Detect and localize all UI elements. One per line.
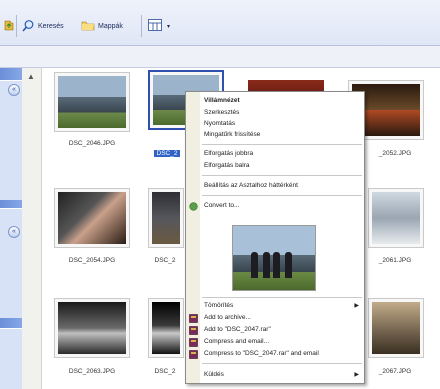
- menu-item-refresh-thumbnail[interactable]: Mingatűrk frissítése: [204, 130, 260, 140]
- menu-separator: [202, 175, 362, 176]
- submenu-arrow-icon: ▶: [354, 372, 359, 378]
- menu-item-add-to-rar[interactable]: Add to "DSC_2047.rar": [204, 325, 271, 335]
- photo: [58, 302, 126, 354]
- menu-item-preview[interactable]: Villámnézet: [204, 96, 240, 106]
- collapse-button[interactable]: «: [8, 226, 20, 238]
- menu-item-compress-email[interactable]: Compress and email...: [204, 337, 269, 347]
- search-label: Keresés: [38, 22, 64, 30]
- photo: [58, 192, 126, 244]
- collapse-button[interactable]: «: [8, 84, 20, 96]
- menu-item-send-to[interactable]: Küldés: [204, 370, 224, 380]
- winrar-icon: [189, 326, 198, 335]
- photo: [58, 76, 126, 128]
- address-bar: [0, 46, 440, 68]
- scroll-up-icon[interactable]: ▲: [27, 72, 35, 81]
- search-button[interactable]: Keresés: [22, 18, 64, 34]
- folders-button[interactable]: Mappák: [81, 18, 123, 34]
- photo: [372, 302, 420, 354]
- toolbar-separator: [16, 15, 17, 37]
- task-panel: [0, 80, 22, 200]
- menu-item-convert-to[interactable]: Convert to...: [204, 201, 239, 211]
- photo: [372, 192, 420, 244]
- task-panel: [0, 328, 22, 389]
- thumbnail[interactable]: [54, 188, 130, 248]
- menu-item-print[interactable]: Nyomtatás: [204, 119, 235, 129]
- menu-separator: [202, 363, 362, 364]
- file-name: _2061.JPG: [378, 257, 412, 264]
- menu-item-add-to-archive[interactable]: Add to archive...: [204, 313, 251, 323]
- menu-item-edit[interactable]: Szerkesztés: [204, 108, 239, 118]
- menu-item-set-desktop-background[interactable]: Beállítás az Asztalhoz háttérként: [204, 181, 298, 191]
- file-name-selected: DSC_2: [154, 150, 180, 157]
- file-name: DSC_2063.JPG: [68, 368, 116, 375]
- search-icon: [22, 19, 35, 34]
- menu-item-compress[interactable]: Tömörítés: [204, 301, 233, 311]
- scrollbar[interactable]: ▲: [22, 68, 42, 389]
- menu-item-compress-to-rar-email[interactable]: Compress to "DSC_2047.rar" and email: [204, 349, 319, 359]
- thumbnail[interactable]: [54, 72, 130, 132]
- thumbnail[interactable]: [368, 298, 424, 358]
- toolbar: Keresés Mappák ▾: [0, 0, 440, 46]
- chevron-down-icon: ▾: [167, 23, 171, 30]
- file-name: DSC_2046.JPG: [68, 140, 116, 147]
- winrar-icon: [189, 350, 198, 359]
- task-pane: « «: [0, 68, 22, 389]
- view-grid-icon: [148, 19, 164, 33]
- file-name: _2052.JPG: [378, 150, 412, 157]
- file-name: _2067.JPG: [378, 368, 412, 375]
- file-name: DSC_2054.JPG: [68, 257, 116, 264]
- toolbar-separator: [141, 15, 142, 37]
- file-name: DSC_2: [154, 368, 176, 375]
- winrar-icon: [189, 338, 198, 347]
- thumbnail[interactable]: [368, 188, 424, 248]
- image-preview: [232, 225, 316, 291]
- winrar-icon: [189, 314, 198, 323]
- menu-item-rotate-right[interactable]: Elforgatás jobbra: [204, 149, 253, 159]
- menu-separator: [202, 195, 362, 196]
- menu-item-rotate-left[interactable]: Elforgatás balra: [204, 161, 250, 171]
- file-name: DSC_2: [154, 257, 176, 264]
- thumbnail[interactable]: [148, 298, 184, 358]
- context-menu: Villámnézet Szerkesztés Nyomtatás Mingat…: [185, 91, 365, 384]
- photo: [152, 302, 180, 354]
- task-panel: [0, 208, 22, 318]
- convert-icon: [189, 202, 198, 211]
- menu-separator: [202, 144, 362, 145]
- submenu-arrow-icon: ▶: [354, 303, 359, 309]
- menu-separator: [202, 297, 362, 298]
- folders-icon: [81, 19, 95, 33]
- views-button[interactable]: ▾: [148, 18, 170, 34]
- thumbnail[interactable]: [54, 298, 130, 358]
- thumbnail[interactable]: [148, 188, 184, 248]
- folders-label: Mappák: [98, 22, 123, 30]
- photo: [152, 192, 180, 244]
- up-folder-icon: [4, 19, 14, 33]
